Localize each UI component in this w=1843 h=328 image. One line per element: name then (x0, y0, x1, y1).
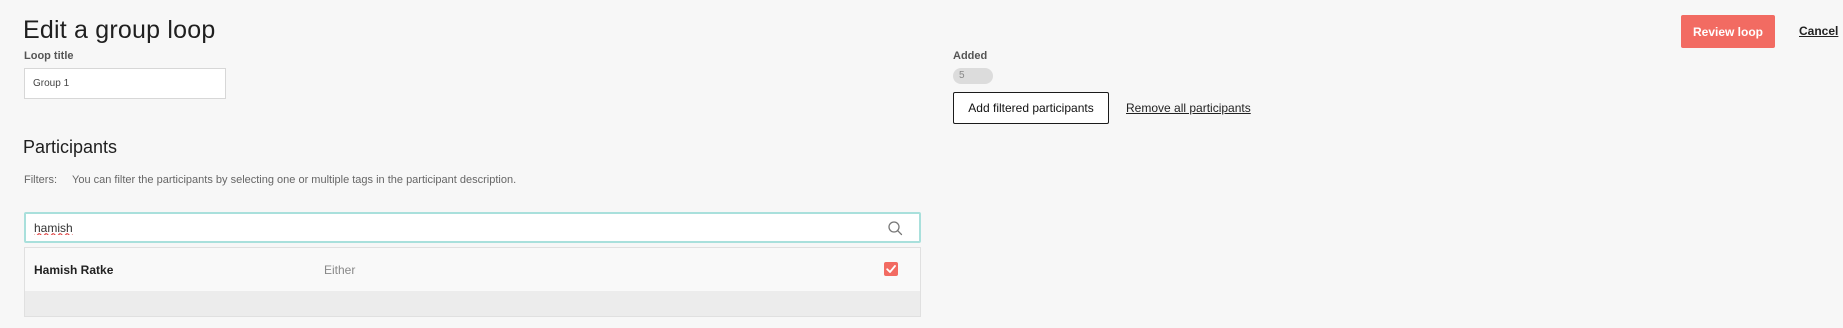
search-results: Hamish Ratke Either (24, 247, 921, 317)
filters-hint: You can filter the participants by selec… (72, 174, 517, 186)
filters-label: Filters: (24, 174, 57, 186)
add-filtered-participants-button[interactable]: Add filtered participants (953, 92, 1109, 124)
table-row[interactable]: Hamish Ratke Either (25, 248, 920, 292)
participant-search[interactable] (24, 212, 921, 243)
participant-search-input[interactable] (34, 214, 874, 241)
search-icon[interactable] (887, 220, 903, 236)
participant-checkbox[interactable] (884, 262, 898, 276)
loop-title-label: Loop title (24, 50, 74, 62)
check-icon (886, 265, 896, 273)
participants-heading: Participants (23, 137, 118, 157)
participant-name: Hamish Ratke (34, 263, 114, 277)
participant-type: Either (324, 263, 356, 277)
added-label: Added (953, 50, 988, 62)
loop-title-input[interactable] (24, 68, 226, 99)
remove-all-participants-link[interactable]: Remove all participants (1126, 101, 1251, 115)
added-count: 5 (953, 68, 993, 84)
review-loop-button[interactable]: Review loop (1681, 15, 1775, 48)
cancel-link[interactable]: Cancel (1799, 24, 1838, 38)
page-title: Edit a group loop (23, 16, 216, 44)
